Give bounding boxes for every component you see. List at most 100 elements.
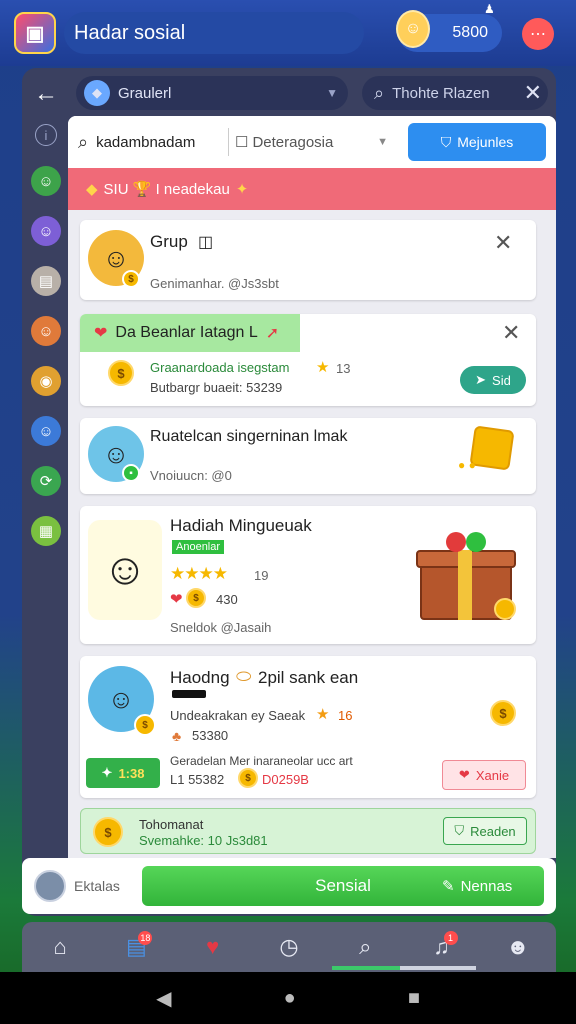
coin-scatter-icon: ● ● <box>458 458 476 472</box>
bell-icon: ♣ <box>172 728 182 744</box>
shield-icon: ⛉ <box>440 133 452 150</box>
close-icon[interactable]: ✕ <box>494 230 512 256</box>
points-button[interactable]: ✦ 1:38 <box>86 758 160 788</box>
back-arrow-icon[interactable]: ← <box>34 80 58 108</box>
star-icon: ★ <box>316 706 330 723</box>
card-icon: ◫ <box>198 234 214 251</box>
like-label: Xanie <box>475 767 510 783</box>
avatar-purple-icon[interactable]: ☺ <box>31 216 61 246</box>
rating-stars: ★★★★ <box>170 564 228 583</box>
notification-badge: 18 <box>138 931 153 945</box>
group-icon: ◆ <box>84 80 110 106</box>
footer-card[interactable]: $ Tohomanat Svemahke: 10 Js3d81 ⛉ Readen <box>80 808 536 854</box>
primary-social-label: Sensial <box>315 876 371 895</box>
footer-button[interactable]: ⛉ Readen <box>443 817 527 845</box>
search-placeholder: Thohte Rlazen <box>392 84 490 102</box>
coins-value: 5800 <box>452 24 488 41</box>
close-icon[interactable]: ✕ <box>502 320 520 346</box>
list-item[interactable]: ☺ ▪ Ruatelcan singerninan lmak Vnoiuucn:… <box>80 418 536 494</box>
group-selector[interactable]: ◆ Graulerl ▼ <box>76 76 348 110</box>
secondary-button[interactable]: ✎ Nennas <box>442 874 542 898</box>
list-item[interactable]: ☺ Hadiah Mingueuak Anoenlar ★★★★ 19 ❤ $ … <box>80 506 536 644</box>
primary-filter-label: Mejunles <box>457 134 514 150</box>
avatar-orange-icon[interactable]: ☺ <box>31 316 61 346</box>
dots-icon[interactable]: ⋯ <box>522 18 554 50</box>
chevron-down-icon: ▼ <box>377 136 388 148</box>
secondary-label: Nennas <box>460 877 513 895</box>
notification-badge: 1 <box>443 931 458 945</box>
small-action-button[interactable]: ➤ Sid <box>460 366 526 394</box>
card-line-1-num: 16 <box>338 708 353 723</box>
sparkle-icon: ✦ <box>101 765 113 780</box>
recents-icon[interactable]: ■ <box>408 987 420 1010</box>
message-icon[interactable]: ▤ 18 <box>116 927 156 967</box>
highlight-strip: ❤ Da Beanlar Iatagn L ➚ <box>80 314 300 352</box>
bag-icon[interactable]: ◉ <box>31 366 61 396</box>
heart-icon: ❤ <box>94 325 108 342</box>
card-line-3: Geradelan Mer inaraneolar ucc art <box>170 754 353 768</box>
clock-icon[interactable]: ◷ <box>269 927 309 967</box>
home-icon[interactable]: ⌂ <box>40 927 80 967</box>
coin-icon: $ <box>238 768 258 788</box>
heart-icon[interactable]: ♥ <box>193 927 233 967</box>
select-value: Deteragosia <box>252 133 334 151</box>
hearts-value: 430 <box>216 592 238 607</box>
left-rail: i ☺ ☺ ▤ ☺ ◉ ☺ ⟳ ▦ <box>24 124 68 864</box>
send-icon: ➤ <box>475 372 487 387</box>
profile-icon[interactable]: ☻ <box>498 927 538 967</box>
app-logo-icon[interactable]: ▣ <box>14 12 56 54</box>
avatar: ☺ <box>88 520 162 620</box>
coin-avatar-icon: ☺ <box>396 10 430 48</box>
search-icon: ⌕ <box>374 82 385 103</box>
home-circle-icon[interactable]: ● <box>284 987 296 1010</box>
search-icon: ⌕ <box>78 131 89 152</box>
card-title: Ruatelcan singerninan lmak <box>150 428 348 445</box>
list-item[interactable]: ☺ $ Haodng ⬭ 2pil sank ean Undeakrakan e… <box>80 656 536 798</box>
search-icon[interactable]: ⌕ <box>345 927 385 967</box>
bell-icon[interactable]: ♫ 1 <box>422 927 462 967</box>
shield-icon: ⛉ <box>454 823 465 838</box>
star-icon: ★ <box>316 359 330 376</box>
sparkle-icon: ✦ <box>235 181 249 198</box>
tab-indicator <box>332 966 476 970</box>
list-item[interactable]: ☺ $ Grup ◫ Genimanhar. @Js3sbt ✕ <box>80 220 536 300</box>
card-title: Haodng <box>170 668 230 687</box>
card-line-1-num: 13 <box>336 361 351 376</box>
person-mini-icon: ♟ <box>484 2 495 16</box>
filter-search-input[interactable]: kadambnadam <box>96 134 236 151</box>
close-icon[interactable]: ✕ <box>524 80 542 106</box>
info-icon[interactable]: i <box>35 124 57 146</box>
select-box-icon: ☐ <box>235 134 249 151</box>
heart-arrow-icon: ➚ <box>265 325 280 342</box>
card-line-1: Undeakrakan ey Saeak <box>170 708 306 723</box>
card-line-2: 53380 <box>192 728 229 743</box>
card-line-4b: D0259B <box>262 772 309 787</box>
coin-icon: $ <box>108 360 134 386</box>
avatar-blue-icon[interactable]: ☺ <box>31 416 61 446</box>
gold-cube-icon <box>469 425 515 471</box>
list-item[interactable]: ❤ Da Beanlar Iatagn L ➚ ✕ $ Graanardoada… <box>80 314 536 406</box>
box-icon[interactable]: ▤ <box>31 266 61 296</box>
refresh-icon[interactable]: ⟳ <box>31 466 61 496</box>
promo-banner[interactable]: ◆ SIU 🏆 I neadekau ✦ <box>68 168 556 210</box>
action-bar: Ektalas Sensial ✎ Nennas <box>22 858 556 914</box>
action-left-label: Ektalas <box>74 878 120 894</box>
search-bar[interactable]: ⌕ Thohte Rlazen ✕ <box>362 76 548 110</box>
banner-text: SIU 🏆 I neadekau <box>103 181 230 198</box>
card-title: Grup <box>150 232 188 251</box>
user-avatar[interactable] <box>34 870 66 902</box>
black-tag <box>172 690 206 698</box>
coins-counter[interactable]: ☺ 5800 <box>396 10 502 52</box>
card-title: Hadiah Mingueuak <box>170 516 312 535</box>
app-title: Hadar sosial <box>64 12 364 54</box>
tag-icon: ✎ <box>442 878 455 895</box>
footer-subtitle: Svemahke: 10 Js3d81 <box>139 833 268 848</box>
like-button[interactable]: ❤ Xanie <box>442 760 526 790</box>
grid-icon[interactable]: ▦ <box>31 516 61 546</box>
small-action-label: Sid <box>492 372 511 388</box>
rating-value: 19 <box>254 568 269 583</box>
back-icon[interactable]: ◀ <box>156 986 171 1011</box>
category-select[interactable]: ☐ Deteragosia ▼ <box>228 128 388 156</box>
primary-filter-button[interactable]: ⛉ Mejunles <box>408 123 546 161</box>
avatar-green-icon[interactable]: ☺ <box>31 166 61 196</box>
